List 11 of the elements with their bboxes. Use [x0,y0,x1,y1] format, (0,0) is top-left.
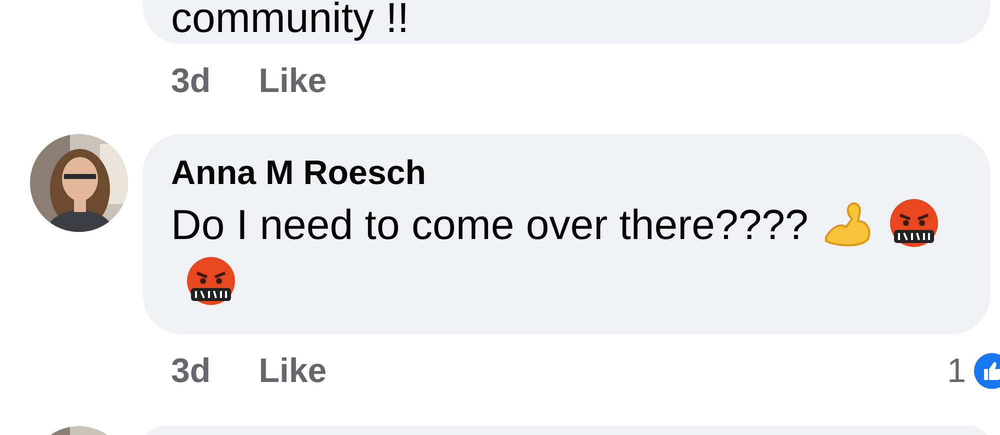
thumbs-up-icon[interactable] [974,353,1000,389]
reaction-count: 1 [947,352,966,390]
author-name[interactable]: Anna M Roesch [171,150,972,196]
comment-text: community !! [171,0,410,41]
cursing-face-icon [185,255,237,307]
comment-time[interactable]: 3d [171,62,211,100]
like-button[interactable]: Like [258,352,327,390]
like-button[interactable]: Like [258,62,327,100]
cursing-face-icon [888,197,940,249]
comment-time[interactable]: 3d [171,352,211,390]
comment-text: Do I need to come over there???? [171,201,808,248]
